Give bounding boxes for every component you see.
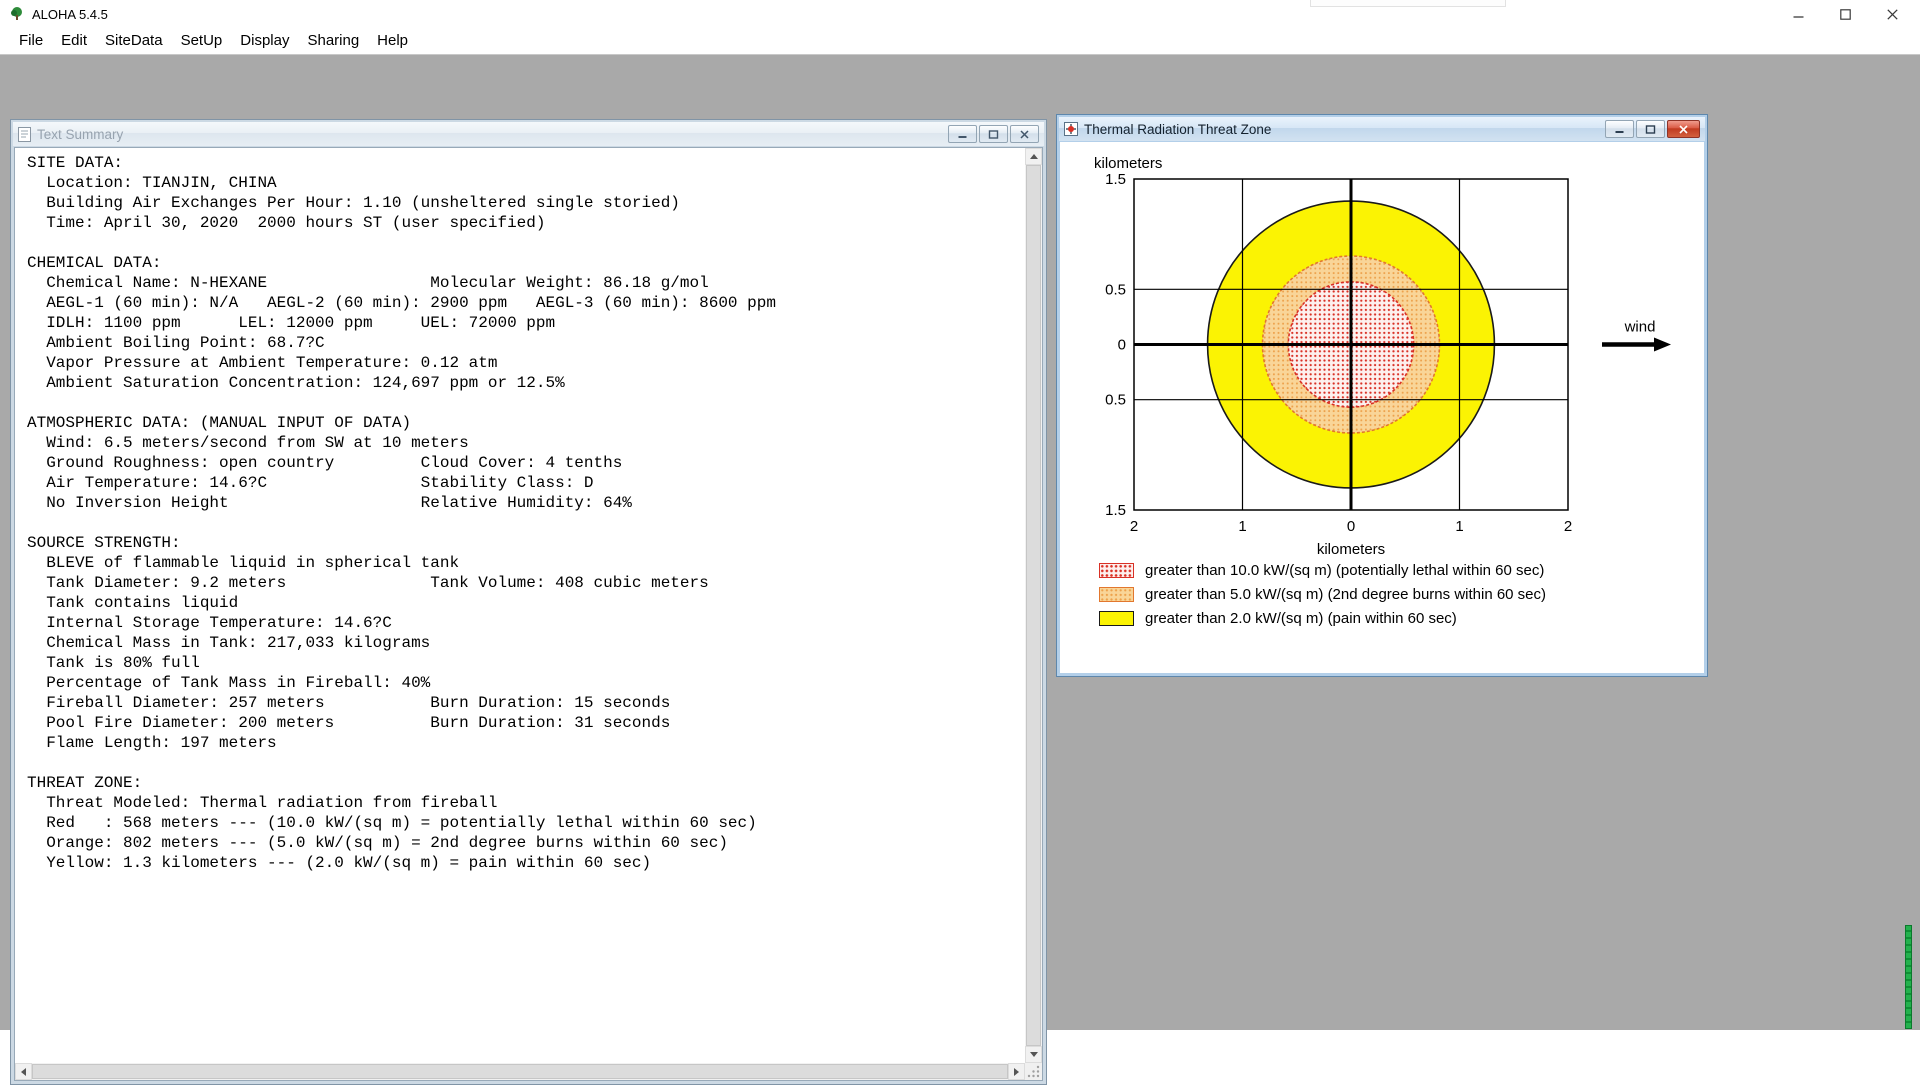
menu-display[interactable]: Display: [231, 28, 298, 54]
resize-grip[interactable]: [1025, 1063, 1042, 1080]
legend-label-yellow: greater than 2.0 kW/(sq m) (pain within …: [1145, 609, 1457, 627]
menu-edit[interactable]: Edit: [52, 28, 96, 54]
y-tick-label: 1.5: [1105, 171, 1126, 188]
text-summary-text: SITE DATA: Location: TIANJIN, CHINA Buil…: [27, 154, 776, 872]
wind-arrow-head: [1654, 337, 1671, 352]
legend-label-red: greater than 10.0 kW/(sq m) (potentially…: [1145, 561, 1545, 579]
threat-zone-titlebar[interactable]: Thermal Radiation Threat Zone: [1059, 117, 1705, 141]
y-tick-label: 0.5: [1105, 281, 1126, 298]
threat-zone-plot: 1.50.500.51.52 1 0 1 2kilometerskilometerswi…: [1094, 155, 1671, 556]
menu-sharing[interactable]: Sharing: [298, 28, 368, 54]
text-summary-window: Text Summary SITE DATA: Location: TIANJI…: [10, 119, 1047, 1085]
scroll-up-button[interactable]: [1025, 148, 1042, 165]
text-summary-restore-button[interactable]: [979, 125, 1008, 143]
background-window-edge: [1310, 0, 1506, 7]
text-summary-close-button[interactable]: [1010, 125, 1039, 143]
threat-zone-minimize-button[interactable]: [1605, 120, 1634, 138]
legend-swatch-red: [1099, 562, 1134, 578]
x-tick-label: 1: [1238, 518, 1246, 535]
legend-swatch-yellow: [1099, 610, 1134, 626]
scroll-left-button[interactable]: [15, 1063, 32, 1080]
green-indicator-bar: [1905, 925, 1912, 1029]
y-tick-label: 1.5: [1105, 502, 1126, 519]
legend-swatch-orange: [1099, 586, 1134, 602]
y-tick-label: 0: [1118, 337, 1126, 354]
scroll-right-button[interactable]: [1008, 1063, 1025, 1080]
legend-row-red: greater than 10.0 kW/(sq m) (potentially…: [1099, 558, 1546, 582]
threat-zone-legend: greater than 10.0 kW/(sq m) (potentially…: [1099, 558, 1546, 630]
y-axis-title: kilometers: [1094, 155, 1162, 172]
x-tick-label: 2: [1564, 518, 1572, 535]
threat-zone-window-controls: [1605, 120, 1700, 138]
mdi-area: Text Summary SITE DATA: Location: TIANJI…: [0, 54, 1920, 1085]
text-summary-window-controls: [948, 125, 1039, 143]
document-icon: [18, 126, 31, 142]
legend-row-orange: greater than 5.0 kW/(sq m) (2nd degree b…: [1099, 582, 1546, 606]
legend-label-orange: greater than 5.0 kW/(sq m) (2nd degree b…: [1145, 585, 1547, 603]
app-maximize-button[interactable]: [1822, 0, 1869, 28]
y-tick-label: 0.5: [1105, 392, 1126, 409]
legend-row-yellow: greater than 2.0 kW/(sq m) (pain within …: [1099, 606, 1546, 630]
threat-zone-content: 1.5 0.5 0 0.5 1.5 2 1 0 1 2 kilometers kilometers wi…: [1060, 142, 1704, 673]
threat-zone-restore-button[interactable]: [1636, 120, 1665, 138]
menu-setup[interactable]: SetUp: [172, 28, 232, 54]
menu-sitedata[interactable]: SiteData: [96, 28, 172, 54]
horizontal-scrollbar-thumb[interactable]: [32, 1064, 1008, 1079]
app-window-controls: [1775, 0, 1916, 28]
text-summary-content: SITE DATA: Location: TIANJIN, CHINA Buil…: [14, 147, 1043, 1081]
text-summary-title: Text Summary: [37, 126, 124, 142]
text-summary-minimize-button[interactable]: [948, 125, 977, 143]
x-tick-label: 1: [1455, 518, 1463, 535]
vertical-scrollbar-thumb[interactable]: [1026, 165, 1041, 1046]
aloha-app-icon: [9, 6, 25, 22]
app-minimize-button[interactable]: [1775, 0, 1822, 28]
horizontal-scrollbar[interactable]: [15, 1063, 1025, 1080]
app-title: ALOHA 5.4.5: [32, 6, 108, 22]
app-titlebar: ALOHA 5.4.5: [0, 0, 1920, 28]
threat-zone-close-button[interactable]: [1667, 120, 1700, 138]
app-menubar: File Edit SiteData SetUp Display Sharing…: [0, 28, 1920, 54]
app-close-button[interactable]: [1869, 0, 1916, 28]
text-summary-titlebar[interactable]: Text Summary: [13, 122, 1044, 146]
menu-help[interactable]: Help: [368, 28, 417, 54]
x-tick-label: 2: [1130, 518, 1138, 535]
vertical-scrollbar[interactable]: [1025, 148, 1042, 1063]
menu-file[interactable]: File: [10, 28, 52, 54]
x-tick-label: 0: [1347, 518, 1355, 535]
threat-zone-title: Thermal Radiation Threat Zone: [1084, 121, 1272, 137]
scroll-down-button[interactable]: [1025, 1046, 1042, 1063]
x-axis-title: kilometers: [1317, 541, 1385, 556]
wind-label: wind: [1624, 319, 1656, 336]
threat-zone-window: Thermal Radiation Threat Zone 1.5 0.5 0 0.5…: [1056, 114, 1708, 677]
threat-plot-icon: [1064, 122, 1078, 136]
